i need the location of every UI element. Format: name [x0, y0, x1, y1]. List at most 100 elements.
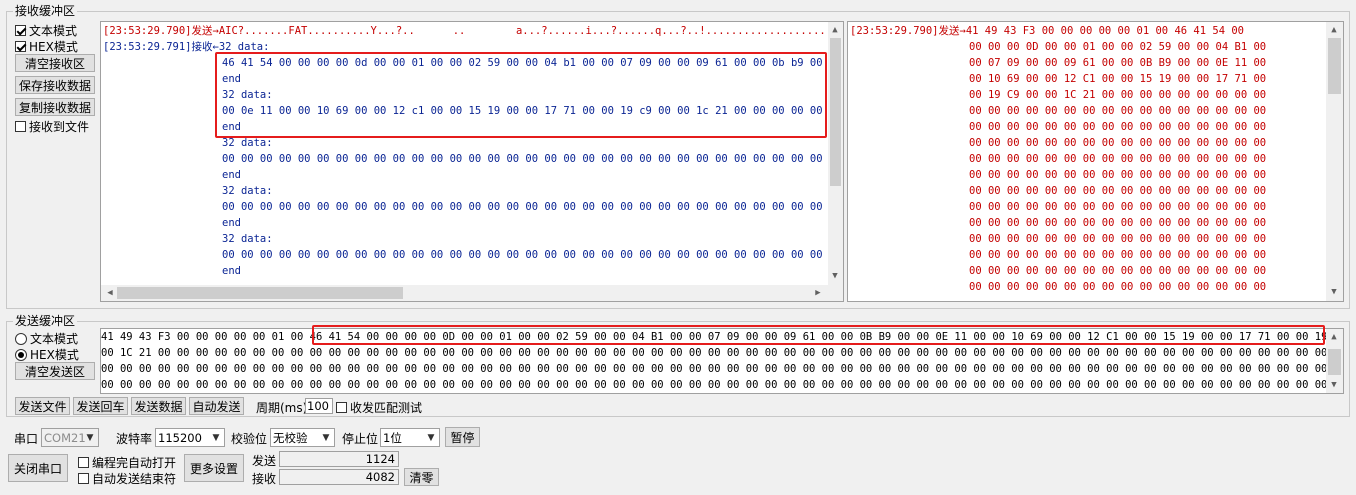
send-text-mode-radio[interactable]: 文本模式	[15, 330, 78, 347]
receive-hex-line: 00 00 00 00 00 00 00 00 00 00 00 00 00 0…	[969, 151, 1266, 167]
auto-open-checkbox[interactable]: 编程完自动打开	[78, 454, 176, 471]
line-text: end	[222, 217, 241, 229]
auto-open-label: 编程完自动打开	[92, 456, 177, 470]
receive-to-file-checkbox[interactable]: 接收到文件	[15, 118, 89, 135]
receive-hex-line: 00 10 69 00 00 12 C1 00 00 15 19 00 00 1…	[969, 71, 1266, 87]
receive-text-hscrollbar[interactable]: ◀ ▶	[101, 285, 828, 301]
send-text-mode-radio-circle[interactable]	[15, 332, 27, 345]
scroll-down-arrow-icon[interactable]: ▼	[1327, 286, 1341, 298]
auto-send-end-label: 自动发送结束符	[92, 472, 177, 486]
chevron-down-icon[interactable]: ▼	[318, 429, 334, 446]
receive-text-line: [23:53:29.790]发送→AIC?.......FAT.........…	[103, 23, 828, 39]
receive-text-line: end	[222, 263, 241, 279]
receive-hex-content: [23:53:29.790]发送→41 49 43 F3 00 00 00 00…	[848, 22, 1326, 301]
send-count-label: 发送	[252, 454, 277, 468]
scroll-left-arrow-icon[interactable]: ◀	[103, 287, 117, 299]
direction-marker: 发送→	[938, 25, 966, 37]
send-line: 00 00 00 00 00 00 00 00 00 00 00 00 00 0…	[101, 363, 1344, 375]
receive-hex-line: 00 07 09 00 00 09 61 00 00 0B B9 00 00 0…	[969, 55, 1266, 71]
send-line: 00 1C 21 00 00 00 00 00 00 00 00 00 00 0…	[101, 347, 1344, 359]
port-label: 串口	[14, 432, 39, 446]
send-data-button[interactable]: 发送数据	[131, 397, 186, 415]
send-buffer-title: 发送缓冲区	[13, 314, 78, 328]
recv-count-value: 4082	[279, 469, 399, 485]
hex-text: 00 00 00 00 00 00 00 00 00 00 00 00 00 0…	[969, 281, 1267, 293]
hex-text: 00 00 00 00 00 00 00 00 00 00 00 00 00 0…	[969, 217, 1267, 229]
receive-buffer-title: 接收缓冲区	[13, 4, 78, 18]
clear-send-button[interactable]: 清空发送区	[15, 362, 95, 380]
period-input[interactable]: 100	[305, 398, 333, 414]
auto-send-button[interactable]: 自动发送	[189, 397, 244, 415]
send-hex-mode-radio-circle[interactable]	[15, 348, 27, 361]
direction-marker: 接收←	[191, 41, 219, 53]
receive-hex-pane[interactable]: [23:53:29.790]发送→41 49 43 F3 00 00 00 00…	[847, 21, 1344, 302]
receive-hex-line: 00 00 00 00 00 00 00 00 00 00 00 00 00 0…	[969, 167, 1266, 183]
scroll-up-arrow-icon[interactable]: ▲	[1327, 331, 1341, 343]
baud-select[interactable]: 115200 ▼	[155, 428, 225, 447]
send-vscroll-thumb[interactable]	[1328, 349, 1341, 375]
auto-send-end-box[interactable]	[78, 473, 89, 484]
auto-open-box[interactable]	[78, 457, 89, 468]
receive-text-hscroll-thumb[interactable]	[117, 287, 403, 299]
line-text: 32 data:	[222, 137, 273, 149]
timestamp: [23:53:29.791]	[103, 41, 192, 53]
receive-to-file-box[interactable]	[15, 121, 26, 132]
receive-text-vscrollbar[interactable]: ▲ ▼	[828, 22, 843, 285]
receive-hex-mode-checkbox[interactable]: HEX模式	[15, 38, 78, 55]
chevron-down-icon[interactable]: ▼	[423, 429, 439, 446]
chevron-down-icon[interactable]: ▼	[82, 429, 98, 446]
send-hex-mode-radio[interactable]: HEX模式	[15, 346, 79, 363]
receive-hex-line: 00 00 00 00 00 00 00 00 00 00 00 00 00 0…	[969, 231, 1266, 247]
scroll-up-arrow-icon[interactable]: ▲	[828, 24, 842, 36]
send-line: 00 00 00 00 00 00 00 00 00 00 00 00 00 0…	[101, 379, 1328, 391]
parity-select[interactable]: 无校验 ▼	[270, 428, 335, 447]
clear-count-button[interactable]: 清零	[404, 468, 439, 486]
match-test-box[interactable]	[336, 402, 347, 413]
receive-hex-line: 00 00 00 00 00 00 00 00 00 00 00 00 00 0…	[969, 215, 1266, 231]
close-port-button[interactable]: 关闭串口	[8, 454, 68, 482]
receive-hex-line: 00 00 00 00 00 00 00 00 00 00 00 00 00 0…	[969, 135, 1266, 151]
receive-hex-line: 00 00 00 00 00 00 00 00 00 00 00 00 00 0…	[969, 103, 1266, 119]
scroll-right-arrow-icon[interactable]: ▶	[811, 287, 825, 299]
receive-hex-line: 00 00 00 00 00 00 00 00 00 00 00 00 00 0…	[969, 183, 1266, 199]
receive-text-mode-box[interactable]	[15, 25, 26, 36]
hex-text: 00 10 69 00 00 12 C1 00 00 15 19 00 00 1…	[969, 73, 1267, 85]
receive-hex-vscroll-thumb[interactable]	[1328, 38, 1341, 94]
scroll-down-arrow-icon[interactable]: ▼	[828, 270, 842, 282]
receive-hex-vscrollbar[interactable]: ▲ ▼	[1326, 22, 1343, 301]
send-newline-button[interactable]: 发送回车	[73, 397, 128, 415]
receive-to-file-label: 接收到文件	[29, 120, 90, 134]
receive-hex-line: 00 19 C9 00 00 1C 21 00 00 00 00 00 00 0…	[969, 87, 1266, 103]
scroll-up-arrow-icon[interactable]: ▲	[1327, 24, 1341, 36]
send-count-value: 1124	[279, 451, 399, 467]
send-hex-mode-label: HEX模式	[30, 348, 79, 362]
line-text: end	[222, 265, 241, 277]
send-vscrollbar[interactable]: ▲ ▼	[1326, 329, 1343, 393]
send-file-button[interactable]: 发送文件	[15, 397, 70, 415]
more-settings-button[interactable]: 更多设置	[184, 454, 244, 482]
receive-text-mode-checkbox[interactable]: 文本模式	[15, 22, 77, 39]
stop-bits-select[interactable]: 1位 ▼	[380, 428, 440, 447]
receive-text-line: 32 data:	[222, 183, 273, 199]
pause-button[interactable]: 暂停	[445, 427, 480, 447]
receive-hex-mode-box[interactable]	[15, 41, 26, 52]
hex-text: 00 00 00 00 00 00 00 00 00 00 00 00 00 0…	[969, 105, 1267, 117]
baud-value: 115200	[158, 430, 202, 445]
receive-text-vscroll-thumb[interactable]	[830, 38, 841, 186]
copy-receive-button[interactable]: 复制接收数据	[15, 98, 95, 116]
auto-send-end-checkbox[interactable]: 自动发送结束符	[78, 470, 176, 487]
port-select[interactable]: COM21 ▼	[41, 428, 99, 447]
hex-text: 00 00 00 00 00 00 00 00 00 00 00 00 00 0…	[969, 249, 1267, 261]
stop-bits-value: 1位	[383, 430, 402, 445]
hex-text: 00 00 00 00 00 00 00 00 00 00 00 00 00 0…	[969, 185, 1267, 197]
receive-text-line: 32 data:	[222, 231, 273, 247]
chevron-down-icon[interactable]: ▼	[208, 429, 224, 446]
receive-text-line: 00 00 00 00 00 00 00 00 00 00 00 00 00 0…	[222, 199, 823, 215]
hex-text: 00 00 00 00 00 00 00 00 00 00 00 00 00 0…	[969, 201, 1267, 213]
match-test-checkbox[interactable]: 收发匹配测试	[336, 399, 422, 416]
save-receive-button[interactable]: 保存接收数据	[15, 76, 95, 94]
receive-text-line: end	[222, 167, 241, 183]
line-text: 32 data:	[222, 233, 273, 245]
clear-receive-button[interactable]: 清空接收区	[15, 54, 95, 72]
scroll-down-arrow-icon[interactable]: ▼	[1327, 379, 1341, 391]
